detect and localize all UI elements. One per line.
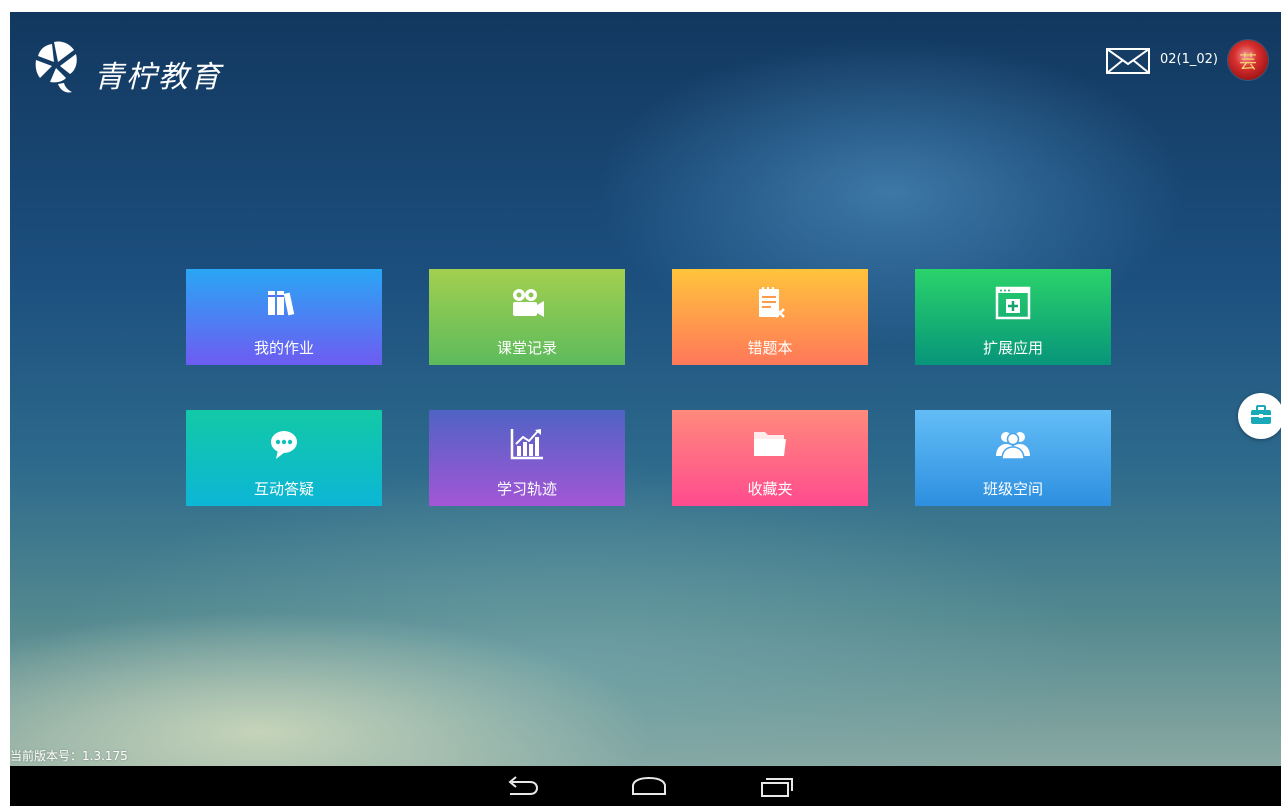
tile-extended-apps[interactable]: 扩展应用 (915, 269, 1111, 365)
tile-class-records[interactable]: 课堂记录 (429, 269, 625, 365)
home-screen: 青柠教育 02(1_02) 芸 我的作业 课堂记录 错题本 扩展应用 互动答疑 … (10, 12, 1281, 766)
back-icon[interactable] (502, 774, 542, 798)
tile-label: 我的作业 (253, 339, 314, 357)
tile-label: 班级空间 (982, 480, 1043, 498)
tile-interactive-qa[interactable]: 互动答疑 (186, 410, 382, 506)
recent-apps-icon[interactable] (756, 774, 796, 798)
brand-title: 青柠教育 (94, 60, 222, 95)
tile-label: 扩展应用 (982, 339, 1043, 357)
top-bar: 青柠教育 02(1_02) 芸 (10, 12, 1281, 122)
toolbox-button[interactable] (1238, 393, 1281, 439)
tile-mistake-book[interactable]: 错题本 (672, 269, 868, 365)
tile-label: 错题本 (747, 339, 793, 357)
avatar-character: 芸 (1239, 52, 1257, 73)
username-label[interactable]: 02(1_02) (1160, 52, 1218, 67)
tile-favorites[interactable]: 收藏夹 (672, 410, 868, 506)
version-label: 当前版本号：1.3.175 (10, 749, 128, 763)
toolbox-icon (1251, 405, 1271, 424)
video-camera-icon (513, 289, 544, 317)
tile-class-space[interactable]: 班级空间 (915, 410, 1111, 506)
android-nav-bar (10, 766, 1281, 806)
books-icon (268, 291, 295, 316)
add-window-icon (995, 286, 1031, 320)
group-icon (996, 432, 1030, 460)
lemon-logo-icon (35, 41, 77, 93)
avatar[interactable]: 芸 (1228, 40, 1268, 80)
home-icon[interactable] (629, 774, 669, 798)
tile-label: 学习轨迹 (496, 480, 557, 498)
growth-chart-icon (510, 429, 543, 460)
tile-learning-track[interactable]: 学习轨迹 (429, 410, 625, 506)
notebook-x-icon (759, 287, 785, 318)
chat-bubble-icon (271, 431, 297, 459)
mail-icon[interactable] (1106, 48, 1150, 74)
folder-icon (754, 432, 786, 456)
tile-label: 收藏夹 (747, 480, 793, 498)
tile-label: 课堂记录 (496, 339, 557, 357)
tile-my-homework[interactable]: 我的作业 (186, 269, 382, 365)
tile-label: 互动答疑 (253, 480, 314, 498)
